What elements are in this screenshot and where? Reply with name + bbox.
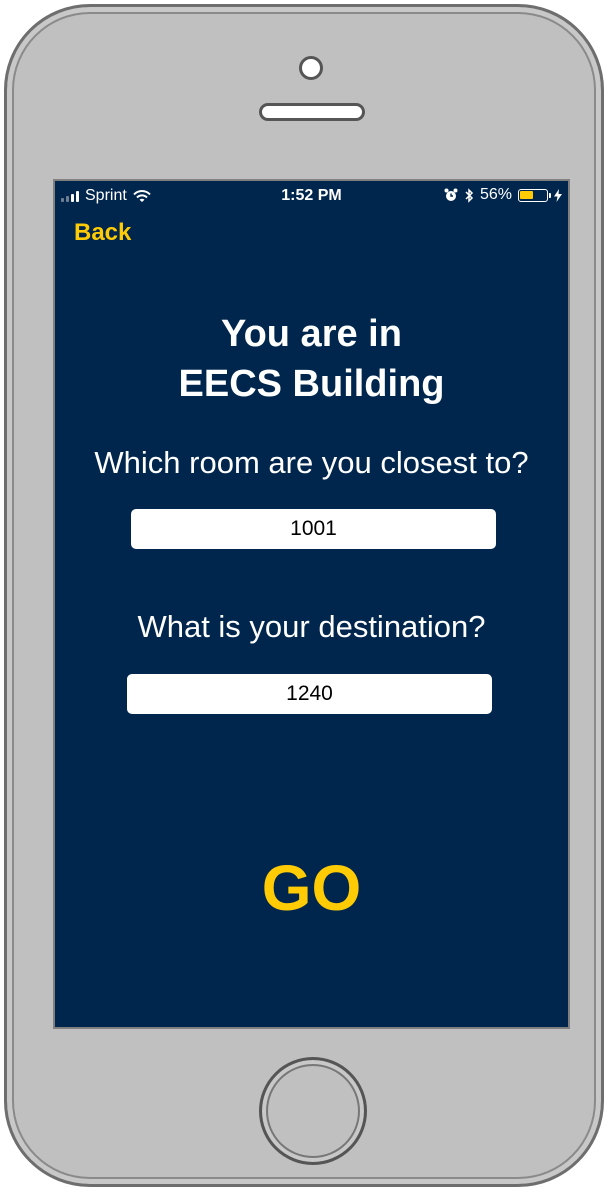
home-button[interactable] <box>259 1057 367 1165</box>
battery-icon <box>518 188 551 202</box>
app-screen: Sprint 1:52 PM 56% Back You are in EECS … <box>53 179 570 1029</box>
alarm-clock-icon <box>444 188 458 201</box>
page-title: You are in EECS Building <box>55 309 568 409</box>
charging-bolt-icon <box>554 188 562 202</box>
battery-tip <box>549 192 551 198</box>
building-name: EECS Building <box>178 363 445 405</box>
bluetooth-icon <box>465 187 474 203</box>
destination-question: What is your destination? <box>137 609 486 644</box>
earpiece-speaker <box>259 103 365 121</box>
go-button[interactable]: GO <box>55 851 568 925</box>
closest-room-input[interactable] <box>131 509 496 549</box>
destination-room-input[interactable] <box>127 674 492 714</box>
back-button[interactable]: Back <box>74 219 131 247</box>
status-right: 56% <box>444 186 562 204</box>
battery-percent: 56% <box>479 186 512 203</box>
front-camera <box>299 56 323 80</box>
closest-room-question: Which room are you closest to? <box>94 445 529 480</box>
phone-frame: Sprint 1:52 PM 56% Back You are in EECS … <box>4 4 604 1187</box>
title-line-1: You are in <box>221 313 402 355</box>
status-bar: Sprint 1:52 PM 56% <box>55 181 568 211</box>
battery-level-fill <box>520 190 534 199</box>
